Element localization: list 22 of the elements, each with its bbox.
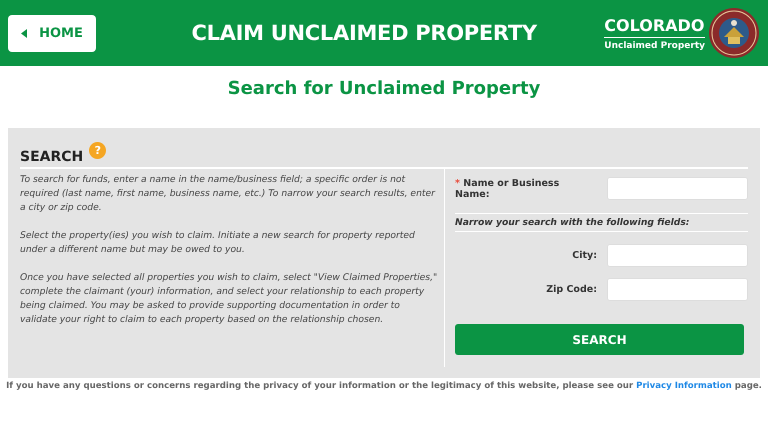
instructions-text: Once you have selected all properties you wish to claim, select "View Claimed Properties," complete the claimant (your) information, and select your relationship to each property being claimed. You may be asked to provide supporting documentation in order to validate your right to claim to each property based on the relationship chosen. (20, 271, 438, 327)
input-field[interactable] (607, 278, 748, 301)
privacy-link[interactable]: Privacy Information (636, 381, 732, 391)
home-button[interactable]: HOME (8, 14, 96, 52)
narrow-heading: Narrow your search with the following fields: (455, 213, 748, 232)
field-label: City: (572, 250, 597, 261)
search-button[interactable]: SEARCH (455, 324, 744, 355)
field-label: * Name or Business Name: (455, 178, 560, 200)
brand-subtitle: Unclaimed Property (604, 40, 705, 50)
instructions-text: Select the property(ies) you wish to claim. Initiate a new search for property reported under a different name but may be owed to you. (20, 229, 416, 257)
caret-icon (21, 28, 28, 38)
help-icon[interactable]: ? (89, 142, 106, 159)
brand-name: COLORADO (604, 16, 705, 38)
page-header-title: CLAIM UNCLAIMED PROPERTY (190, 21, 538, 45)
seal-icon (708, 7, 760, 59)
input-field[interactable] (607, 244, 748, 267)
section-heading: SEARCH (20, 149, 84, 165)
instructions-text: To search for funds, enter a name in the name/business field; a specific order is not required (last name, first name, business name, etc.) To narrow your search results, enter a city or zip code. (20, 173, 436, 215)
page-title: Search for Unclaimed Property (226, 78, 542, 101)
privacy-notice: If you have any questions or concerns regarding the privacy of your information or the legitimacy of this website, please see our Privacy Information page. (5, 381, 763, 391)
field-label: Zip Code: (546, 284, 597, 295)
input-field[interactable] (607, 177, 748, 200)
